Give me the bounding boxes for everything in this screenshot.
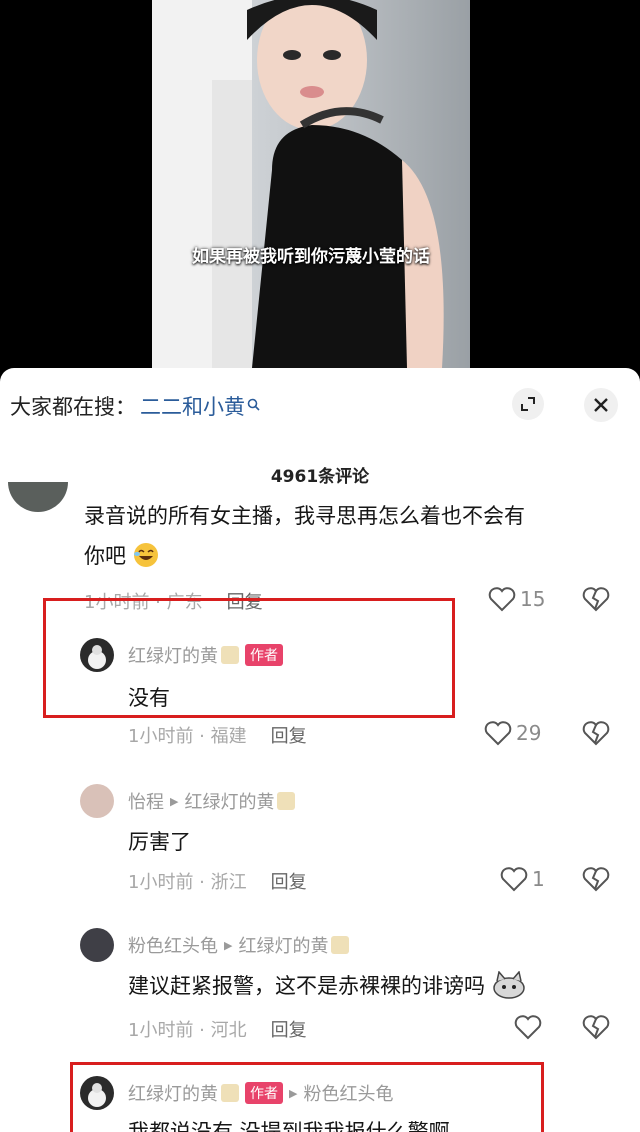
- comment-username[interactable]: 红绿灯的黄 作者 ▶ 粉色红头龟: [128, 1080, 393, 1106]
- dislike-button[interactable]: [582, 1014, 610, 1044]
- video-frame: 如果再被我听到你污蔑小莹的话: [152, 0, 470, 368]
- comment-text: 我都说没有 没提到我我报什么警啊: [128, 1120, 450, 1132]
- comment-text: 厉害了: [128, 830, 191, 854]
- comment-meta: 1小时前 · 福建 回复: [128, 722, 307, 748]
- dislike-button[interactable]: [582, 866, 610, 896]
- cat-emoji-icon: [492, 969, 526, 1004]
- video-subtitle: 如果再被我听到你污蔑小莹的话: [192, 247, 430, 267]
- comment-text-part: 你吧: [84, 544, 126, 568]
- reply-button[interactable]: 回复: [271, 1020, 307, 1041]
- comment-text: 没有: [128, 686, 170, 710]
- trending-search-prefix: 大家都在搜：: [10, 395, 136, 419]
- heart-icon: [500, 867, 528, 892]
- avatar[interactable]: [8, 482, 68, 512]
- search-icon: [247, 398, 260, 415]
- like-count: 29: [516, 721, 542, 745]
- comment-text-part: 建议赶紧报警，这不是赤裸裸的诽谤吗: [128, 974, 485, 998]
- heart-icon: [514, 1015, 542, 1040]
- level-badge-icon: [221, 646, 239, 664]
- broken-heart-icon: [582, 721, 610, 746]
- like-button[interactable]: [514, 1014, 542, 1040]
- comment-text: 录音说的所有女主播，我寻思再怎么着也不会有: [84, 504, 525, 528]
- heart-icon: [488, 587, 516, 612]
- close-icon: [594, 398, 608, 412]
- close-button[interactable]: [584, 388, 618, 422]
- video-player[interactable]: 如果再被我听到你污蔑小莹的话: [0, 0, 640, 372]
- trending-search-term[interactable]: 二二和小黄: [140, 391, 245, 421]
- like-button[interactable]: 1: [500, 866, 545, 892]
- author-badge: 作者: [245, 644, 283, 666]
- comment-time-location: 1小时前 · 福建: [128, 726, 247, 747]
- reply-to-username: 红绿灯的黄: [184, 792, 275, 813]
- like-button[interactable]: 15: [488, 586, 545, 612]
- laughing-emoji-icon: [133, 542, 159, 573]
- reply-arrow-icon: ▶: [289, 1086, 298, 1100]
- comment-text-line2: 你吧: [84, 540, 159, 573]
- comment-time-location: 1小时前 · 河北: [128, 1020, 247, 1041]
- comment-username[interactable]: 粉色红头龟 ▶ 红绿灯的黄: [128, 932, 350, 958]
- level-badge-icon: [331, 936, 350, 954]
- broken-heart-icon: [582, 1015, 610, 1040]
- comment-time-location: 1小时前 · 浙江: [128, 872, 247, 893]
- comment-text: 建议赶紧报警，这不是赤裸裸的诽谤吗: [128, 969, 526, 1004]
- comment-username[interactable]: 怡程 ▶ 红绿灯的黄: [128, 788, 296, 814]
- like-count: 1: [532, 867, 545, 891]
- avatar[interactable]: [80, 784, 114, 818]
- reply-button[interactable]: 回复: [271, 872, 307, 893]
- expand-button[interactable]: [512, 388, 544, 420]
- broken-heart-icon: [582, 867, 610, 892]
- expand-icon: [521, 397, 535, 411]
- avatar[interactable]: [80, 1076, 114, 1110]
- reply-arrow-icon: ▶: [170, 794, 179, 808]
- comment-count: 4961条评论: [270, 467, 370, 487]
- username-text: 怡程: [128, 792, 164, 813]
- trending-search[interactable]: 大家都在搜： 二二和小黄: [10, 392, 260, 420]
- dislike-button[interactable]: [582, 586, 610, 616]
- comment-username[interactable]: 红绿灯的黄 作者: [128, 642, 283, 668]
- level-badge-icon: [277, 792, 296, 810]
- dislike-button[interactable]: [582, 720, 610, 750]
- like-button[interactable]: 29: [484, 720, 541, 746]
- reply-arrow-icon: ▶: [224, 938, 233, 952]
- broken-heart-icon: [582, 587, 610, 612]
- avatar[interactable]: [80, 928, 114, 962]
- video-still-image: [152, 0, 444, 368]
- comment-meta: 1小时前 · 浙江 回复: [128, 868, 307, 894]
- comments-panel: 大家都在搜： 二二和小黄 4961条评论 录音说的所有女主播，我寻思再怎么着也不…: [0, 368, 640, 1132]
- reply-to-username: 红绿灯的黄: [238, 936, 329, 957]
- reply-to-username: 粉色红头龟: [303, 1084, 394, 1105]
- like-count: 15: [520, 587, 546, 611]
- username-text: 红绿灯的黄: [128, 646, 218, 667]
- username-text: 粉色红头龟: [128, 936, 218, 957]
- reply-button[interactable]: 回复: [271, 726, 307, 747]
- avatar[interactable]: [80, 638, 114, 672]
- comment-meta: 1小时前 · 河北 回复: [128, 1016, 307, 1042]
- username-text: 红绿灯的黄: [128, 1084, 218, 1105]
- level-badge-icon: [221, 1084, 239, 1102]
- heart-icon: [484, 721, 512, 746]
- author-badge: 作者: [245, 1082, 283, 1104]
